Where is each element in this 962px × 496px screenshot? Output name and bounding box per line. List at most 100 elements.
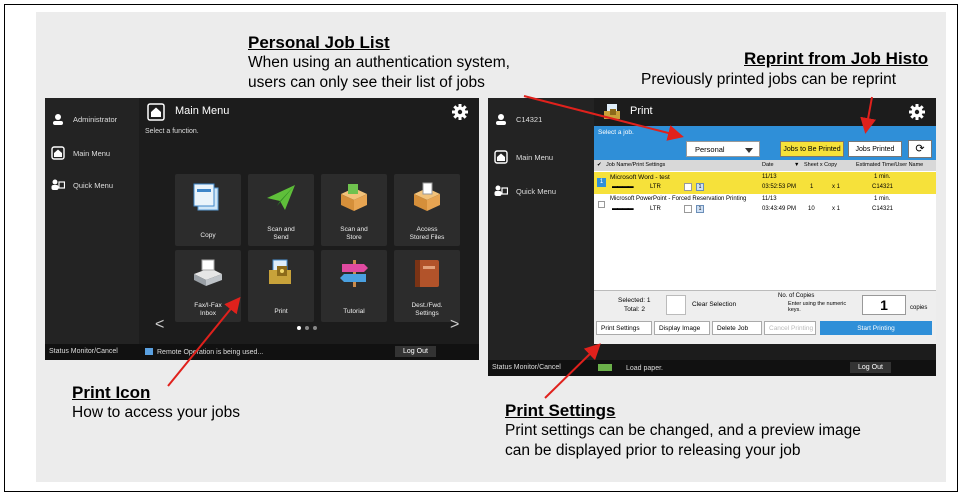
copies-input[interactable]: 1 [862, 295, 906, 315]
refresh-button[interactable]: ⟳ [908, 140, 932, 158]
tile-label: Copy [200, 232, 216, 239]
sidebar-item-quick-menu[interactable]: Quick Menu [494, 182, 556, 200]
paper-plane-icon [267, 185, 295, 210]
log-out-button[interactable]: Log Out [395, 346, 436, 357]
clear-selection-button[interactable]: Clear Selection [692, 301, 736, 308]
display-image-button[interactable]: Display Image [654, 321, 710, 335]
print-icon [604, 104, 620, 119]
callout-title: Reprint from Job Histo [744, 49, 929, 68]
job-date: 11/13 [762, 196, 777, 202]
job-sheets: 10 [808, 206, 815, 212]
callout-print-icon: Print Icon How to access your jobs [72, 383, 240, 423]
sort-icon: ▼ [794, 162, 800, 168]
tile-print[interactable]: Print [248, 250, 314, 322]
home-icon [51, 146, 65, 160]
tab-jobs-printed[interactable]: Jobs Printed [848, 141, 902, 157]
tile-label: Print [274, 308, 288, 315]
job-list-filter-dropdown[interactable]: Personal [686, 141, 760, 157]
home-icon [147, 103, 165, 121]
tab-jobs-to-be-printed[interactable]: Jobs to Be Printed [780, 141, 844, 157]
gear-icon[interactable] [451, 103, 469, 121]
page-dot [297, 326, 301, 330]
prev-page-button[interactable]: < [155, 316, 164, 334]
top-bar: Print [594, 98, 936, 126]
dropdown-value: Personal [695, 145, 725, 154]
job-paper-size: LTR [650, 206, 661, 212]
callout-title: Print Settings [505, 401, 616, 420]
print-screen: C14321 Main Menu Quick Menu Print Select… [488, 98, 936, 376]
address-book-icon [415, 260, 439, 287]
sidebar-item-quick-menu[interactable]: Quick Menu [51, 176, 113, 194]
tile-access-stored-files[interactable]: Access Stored Files [394, 174, 460, 246]
remote-icon [145, 348, 153, 355]
column-header-sheets: Sheet x Copy [804, 162, 838, 168]
callout-text: can be displayed prior to releasing your… [505, 442, 801, 459]
tile-tutorial[interactable]: Tutorial [321, 250, 387, 322]
user-name: Administrator [73, 114, 118, 124]
remote-operation-message: Remote Operation is being used... [145, 348, 263, 356]
job-settings-dashes: ▬▬ ▬▬ [612, 206, 634, 212]
total-count: Total: 2 [624, 306, 645, 313]
instruction-text: Select a function. [145, 128, 199, 135]
box-store-icon [341, 184, 367, 211]
table-row[interactable]: 1 Microsoft Word - test ▬▬ ▬▬ LTR 1 11/1… [594, 172, 936, 194]
copies-label: No. of Copies [778, 293, 815, 299]
status-bar: Status Monitor/Cancel Remote Operation i… [45, 344, 479, 360]
instruction-text: Select a job. [598, 129, 634, 136]
copy-count-badge: 1 [696, 205, 704, 213]
job-list-panel: Select a job. Personal Jobs to Be Printe… [594, 126, 936, 344]
column-header-estimated: Estimated Time/User Name [856, 162, 924, 168]
tile-copy[interactable]: Copy [175, 174, 241, 246]
print-settings-button[interactable]: Print Settings [596, 321, 652, 335]
callout-reprint-text: Previously printed jobs can be reprint [641, 70, 940, 90]
job-name: Microsoft Word - test [610, 174, 670, 181]
next-page-button[interactable]: > [450, 316, 459, 334]
job-list-header: Select a job. Personal Jobs to Be Printe… [594, 126, 936, 160]
tile-dest-fwd-settings[interactable]: Dest./Fwd. Settings [394, 250, 460, 322]
delete-job-button[interactable]: Delete Job [712, 321, 762, 335]
start-printing-button[interactable]: Start Printing [820, 321, 932, 335]
select-all-checkbox[interactable]: ✔ [597, 162, 602, 168]
tile-fax-inbox[interactable]: Fax/I-Fax Inbox [175, 250, 241, 322]
log-out-button[interactable]: Log Out [850, 362, 891, 373]
log-out-label: Log Out [858, 364, 883, 371]
copies-unit: copies [910, 305, 928, 311]
sidebar-item-main-menu[interactable]: Main Menu [494, 148, 553, 166]
job-name: Microsoft PowerPoint - Forced Reservatio… [610, 196, 747, 202]
job-copies: x 1 [832, 184, 841, 190]
column-header-name: Job Name/Print Settings [606, 162, 666, 168]
tile-scan-store[interactable]: Scan and Store [321, 174, 387, 246]
job-paper-size: LTR [650, 184, 661, 190]
tile-label-line: Scan and [340, 226, 368, 233]
status-monitor-button[interactable]: Status Monitor/Cancel [492, 364, 561, 371]
tile-label: Scan and Store [321, 226, 387, 242]
copy-count-badge: 1 [696, 183, 704, 191]
tile-label: Scan and Send [248, 226, 314, 242]
tile-label: Tutorial [343, 308, 365, 315]
callout-text: Print settings can be changed, and a pre… [505, 422, 861, 439]
gear-icon[interactable] [908, 103, 926, 121]
signpost-icon [340, 260, 368, 287]
callout-text: users can only see their list of jobs [248, 74, 485, 91]
status-monitor-button[interactable]: Status Monitor/Cancel [49, 348, 118, 355]
job-actions-area: Selected: 1 Total: 2 Clear Selection No.… [594, 290, 936, 344]
table-row[interactable]: Microsoft PowerPoint - Forced Reservatio… [594, 194, 936, 216]
main-menu-screen: Administrator Main Menu Quick Menu Main … [45, 98, 479, 360]
user-badge[interactable]: C14321 [494, 110, 542, 128]
user-badge[interactable]: Administrator [51, 110, 117, 128]
cancel-printing-button[interactable]: Cancel Printing [764, 321, 816, 335]
quick-menu-icon [51, 178, 65, 192]
tile-label-line: Store [346, 234, 362, 241]
sidebar-item-main-menu[interactable]: Main Menu [51, 144, 110, 162]
user-name: C14321 [516, 114, 543, 124]
page-dot [305, 326, 309, 330]
tile-scan-send[interactable]: Scan and Send [248, 174, 314, 246]
status-monitor-label: Status Monitor/Cancel [492, 364, 561, 371]
callout-text: How to access your jobs [72, 404, 240, 421]
tile-label-line: Scan and [267, 226, 295, 233]
sidebar: C14321 Main Menu Quick Menu [488, 98, 594, 360]
page-dot [313, 326, 317, 330]
row-checkbox[interactable] [598, 201, 605, 208]
callout-reprint: Reprint from Job Histo [744, 49, 940, 69]
clear-selection-checkbox[interactable] [666, 295, 686, 315]
